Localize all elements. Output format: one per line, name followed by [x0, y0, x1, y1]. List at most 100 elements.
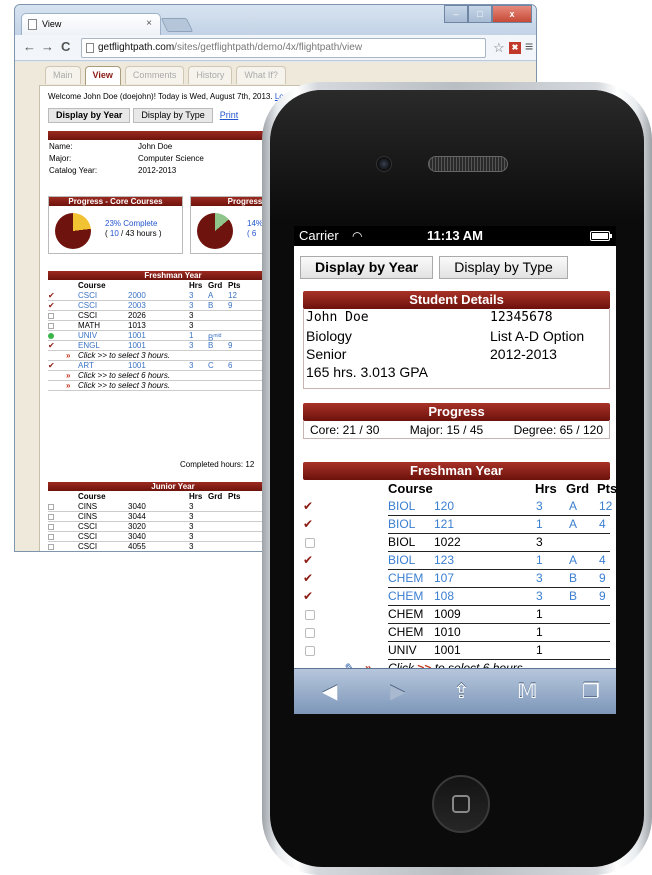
progress-major-percent: 14%: [247, 219, 264, 228]
maximize-button[interactable]: □: [468, 5, 492, 23]
course-subject: BIOL: [388, 517, 416, 531]
course-grade: A: [208, 291, 214, 300]
checkmark-icon: ✔: [303, 571, 314, 585]
display-by-type-button[interactable]: Display by Type: [133, 108, 213, 123]
close-window-button[interactable]: x: [492, 5, 532, 23]
course-subject: ENGL: [78, 341, 100, 350]
tab-comments[interactable]: Comments: [124, 66, 185, 84]
new-tab-button[interactable]: [160, 18, 194, 32]
course-points: 6: [228, 361, 233, 370]
reload-icon[interactable]: C: [61, 39, 70, 54]
mobile-table-row[interactable]: CHEM 1010 1: [303, 624, 610, 642]
table-row[interactable]: MATH 1013 3: [48, 321, 298, 331]
course-number: 2026: [128, 311, 146, 320]
mobile-table-row[interactable]: ✔ BIOL 123 1 A 4: [303, 552, 610, 570]
course-grade: B: [208, 301, 214, 310]
table-row[interactable]: ✔ ART 1001 3 C 6: [48, 361, 298, 371]
print-link[interactable]: Print: [220, 108, 239, 123]
share-icon[interactable]: ⇪: [453, 679, 470, 704]
table-row[interactable]: CSCI 3020 3: [48, 522, 298, 532]
course-hours: 3: [189, 311, 194, 320]
student-name: John Doe: [306, 310, 369, 325]
view-buttons: Display by Year Display by Type Print: [48, 108, 238, 123]
mobile-table-row[interactable]: ✔ CHEM 107 3 B 9: [303, 570, 610, 588]
display-by-year-button[interactable]: Display by Year: [48, 108, 131, 123]
mobile-table-row[interactable]: ✔ BIOL 120 3 A 12: [303, 498, 613, 516]
table-row[interactable]: CINS 3044 3: [48, 512, 298, 522]
empty-checkbox-icon: [305, 538, 315, 548]
table-row[interactable]: CINS 3040 3: [48, 502, 298, 512]
table-row[interactable]: CSCI 2026 3: [48, 311, 298, 321]
forward-icon[interactable]: ▶: [390, 679, 405, 704]
mobile-table-row[interactable]: ✔ BIOL 121 1 A 4: [303, 516, 610, 534]
back-arrow-icon[interactable]: ←: [23, 39, 36, 54]
col-course: Course: [78, 281, 106, 290]
tabs-icon[interactable]: ❐: [582, 679, 600, 704]
course-subject: CINS: [78, 512, 98, 521]
home-button[interactable]: [432, 775, 490, 833]
empty-checkbox-icon: [48, 313, 54, 319]
course-number: 1013: [128, 321, 146, 330]
course-points: 12: [599, 499, 613, 513]
mobile-table-row[interactable]: BIOL 1022 3: [303, 534, 610, 552]
table-row[interactable]: ✔ CSCI 2000 3 A 12: [48, 291, 298, 301]
student-detail-row: Catalog Year: 2012-2013: [48, 165, 298, 177]
select-hours-row[interactable]: » Click >> to select 3 hours.: [48, 381, 298, 391]
course-points: 4: [599, 553, 606, 567]
table-row[interactable]: CSCI 4055 3: [48, 542, 298, 551]
tab-what-if[interactable]: What If?: [236, 66, 286, 84]
course-number: 108: [434, 589, 455, 603]
table-row[interactable]: CSCI 3040 3: [48, 532, 298, 542]
course-hours: 3: [189, 321, 194, 330]
course-points: 9: [599, 571, 606, 585]
mobile-view-buttons: Display by Year Display by Type: [300, 256, 574, 279]
menu-icon[interactable]: ≡: [525, 38, 533, 54]
welcome-text: Welcome John Doe (doejohn)! Today is Wed…: [48, 92, 273, 101]
progress-major-text[interactable]: 14% ( 6: [247, 219, 263, 239]
front-camera: [376, 156, 392, 172]
select-hours-row[interactable]: » Click >> to select 6 hours.: [48, 371, 298, 381]
detail-value: 2012-2013: [138, 166, 177, 175]
course-number: 3020: [128, 522, 146, 531]
table-row[interactable]: ✔ ENGL 1001 3 B 9: [48, 341, 298, 351]
bookmarks-icon[interactable]: 𝕄: [517, 679, 538, 704]
mobile-display-by-year-button[interactable]: Display by Year: [300, 256, 434, 279]
col-grd: Grd: [566, 481, 590, 496]
course-subject: CSCI: [78, 542, 98, 551]
course-hours: 3: [189, 532, 194, 541]
tab-view[interactable]: View: [84, 66, 121, 86]
course-subject: UNIV: [78, 331, 98, 340]
tab-close-icon[interactable]: ×: [146, 14, 152, 34]
browser-tab[interactable]: View ×: [21, 13, 161, 35]
back-icon[interactable]: ◀: [322, 679, 337, 704]
extension-icon[interactable]: ✖: [509, 42, 521, 54]
mobile-table-row[interactable]: ✔ CHEM 108 3 B 9: [303, 588, 610, 606]
double-chevron-icon: »: [66, 371, 71, 380]
tab-main[interactable]: Main: [45, 66, 81, 84]
course-grade: A: [569, 517, 578, 531]
course-subject: CINS: [78, 502, 98, 511]
checkmark-icon: ✔: [48, 361, 55, 370]
address-bar[interactable]: getflightpath.com/sites/getflightpath/de…: [81, 38, 486, 58]
course-hours: 1: [536, 625, 543, 639]
table-row[interactable]: ✔ CSCI 2003 3 B 9: [48, 301, 298, 311]
freshman-year-table: Course Hrs Grd Pts ✔ CSCI 2000 3 A 12 ✔ CSCI 2003 3 B 9…: [48, 281, 298, 391]
mobile-table-row[interactable]: CHEM 1009 1: [303, 606, 610, 624]
in-progress-dot-icon: [48, 333, 54, 339]
empty-checkbox-icon: [48, 514, 54, 520]
mobile-display-by-type-button[interactable]: Display by Type: [439, 256, 568, 279]
course-subject: BIOL: [388, 553, 416, 567]
minimize-button[interactable]: –: [444, 5, 468, 23]
progress-core: Core: 21 / 30: [310, 423, 380, 437]
bookmark-star-icon[interactable]: ☆: [493, 40, 505, 56]
mobile-table-row[interactable]: UNIV 1001 1: [303, 642, 610, 660]
tab-history[interactable]: History: [188, 66, 233, 84]
table-row[interactable]: UNIV 1001 1 Bmid: [48, 331, 298, 343]
double-chevron-icon: »: [66, 351, 71, 360]
completed-hours: Completed hours: 12: [180, 460, 255, 469]
progress-core-text[interactable]: 23% Complete ( 10 / 43 hours ): [105, 219, 161, 239]
home-button-square-icon: [452, 795, 470, 813]
select-hours-row[interactable]: » Click >> to select 3 hours.: [48, 351, 298, 361]
iphone-frame: Carrier ◠ 11:13 AM Display by Year Displ…: [262, 82, 652, 875]
forward-arrow-icon[interactable]: →: [41, 39, 54, 54]
